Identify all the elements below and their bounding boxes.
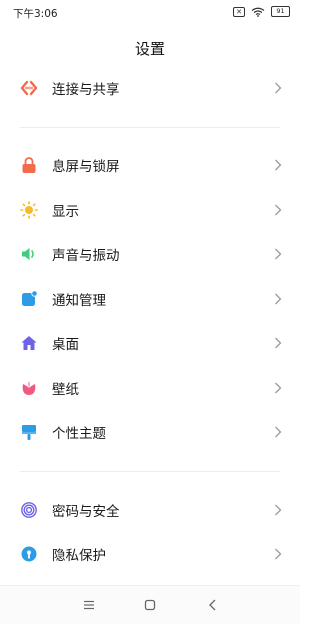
flower-icon [20, 379, 38, 397]
menu-label: 显示 [52, 204, 79, 220]
menu-item-privacy[interactable]: 隐私保护 [0, 534, 300, 574]
lock-icon [20, 156, 38, 174]
chevron-right-icon [275, 548, 282, 560]
privacy-icon [20, 545, 38, 563]
chevron-right-icon [275, 426, 282, 438]
sim-x-icon: ✕ [233, 6, 245, 17]
battery-icon: 91 [271, 6, 290, 17]
notification-icon [20, 290, 38, 308]
recent-apps-button[interactable] [81, 597, 97, 613]
home-icon [20, 334, 38, 352]
menu-label: 息屏与锁屏 [52, 159, 120, 175]
status-icons: ✕ 91 [233, 6, 290, 17]
home-square-icon [144, 599, 156, 611]
menu-icon [84, 600, 94, 610]
chevron-right-icon [275, 82, 282, 94]
menu-label: 隐私保护 [52, 548, 106, 564]
menu-item-sound[interactable]: 声音与振动 [0, 234, 300, 274]
chevron-right-icon [275, 159, 282, 171]
status-time: 下午3:06 [13, 8, 58, 20]
section-divider [20, 471, 280, 472]
menu-label: 个性主题 [52, 426, 106, 442]
menu-item-wallpaper[interactable]: 壁纸 [0, 368, 300, 408]
menu-label: 声音与振动 [52, 248, 120, 264]
back-button[interactable] [205, 597, 221, 613]
menu-item-display[interactable]: 显示 [0, 190, 300, 230]
menu-label: 桌面 [52, 337, 79, 353]
speaker-icon [20, 245, 38, 263]
menu-label: 密码与安全 [52, 504, 120, 520]
chevron-right-icon [275, 337, 282, 349]
menu-item-lock-screen[interactable]: 息屏与锁屏 [0, 145, 300, 185]
home-button[interactable] [142, 597, 158, 613]
menu-label: 连接与共享 [52, 82, 120, 98]
chevron-right-icon [275, 504, 282, 516]
fingerprint-icon [20, 501, 38, 519]
status-bar: 下午3:06 ✕ 91 [0, 0, 300, 24]
wifi-icon [251, 7, 265, 17]
chevron-right-icon [275, 248, 282, 260]
chevron-right-icon [275, 204, 282, 216]
menu-label: 壁纸 [52, 382, 79, 398]
chevron-right-icon [275, 382, 282, 394]
menu-item-notifications[interactable]: 通知管理 [0, 279, 300, 319]
back-icon [209, 599, 216, 611]
menu-item-connection-share[interactable]: 连接与共享 [0, 68, 300, 108]
menu-item-password-security[interactable]: 密码与安全 [0, 490, 300, 530]
menu-item-themes[interactable]: 个性主题 [0, 412, 300, 452]
chevron-right-icon [275, 293, 282, 305]
section-divider [20, 127, 280, 128]
navigation-bar [0, 585, 300, 624]
menu-item-desktop[interactable]: 桌面 [0, 323, 300, 363]
page-title: 设置 [134, 40, 165, 58]
connection-share-icon [20, 79, 38, 97]
sun-icon [20, 201, 38, 219]
brush-icon [20, 423, 38, 441]
menu-label: 通知管理 [52, 293, 106, 309]
